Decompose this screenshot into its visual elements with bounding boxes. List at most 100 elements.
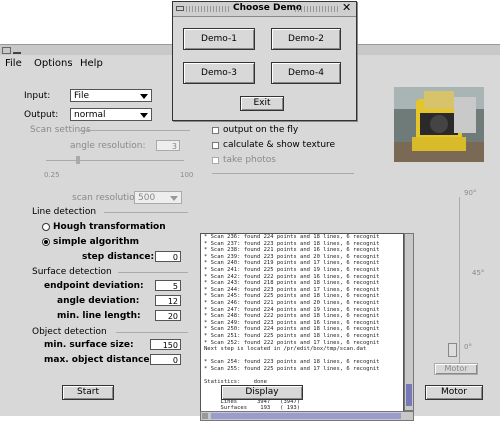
gauge-top-label: 90° <box>464 189 477 197</box>
scan-resolution-value: 500 <box>138 193 156 203</box>
dialog-title: Choose Demo <box>233 3 303 13</box>
input-value: File <box>74 91 90 101</box>
checkbox-divider <box>212 173 354 174</box>
scroll-thumb[interactable] <box>406 384 412 406</box>
title-grip-left <box>186 6 230 12</box>
dialog-title-bar: Choose Demo ✕ <box>173 1 356 17</box>
start-button[interactable]: Start <box>62 385 114 400</box>
slider-max-label: 100 <box>180 171 194 179</box>
chevron-down-icon <box>140 94 148 99</box>
output-select[interactable]: normal <box>70 108 152 121</box>
max-object-distance-label: max. object distance: <box>44 355 154 365</box>
output-on-fly-label: output on the fly <box>223 125 299 135</box>
min-surface-size-label: min. surface size: <box>44 340 134 350</box>
console-line: Next step is located in /pr/edit/box/tmp… <box>204 346 367 353</box>
slider-track <box>46 160 184 161</box>
dialog-menu-icon[interactable] <box>176 6 184 11</box>
step-distance-label: step distance: <box>82 252 155 262</box>
scan-resolution-label: scan resolution: <box>72 193 144 203</box>
console-line: * Scan 250: found 224 points and 18 line… <box>204 326 380 333</box>
object-detection-divider <box>116 332 188 333</box>
take-photos-checkbox[interactable] <box>212 157 219 164</box>
display-button[interactable]: Display <box>221 385 303 400</box>
min-line-length-field[interactable]: 20 <box>155 310 181 321</box>
gauge-motor-button[interactable]: Motor <box>434 363 478 375</box>
gauge-mid-label: 45° <box>472 269 485 277</box>
camera-image <box>394 87 484 162</box>
chevron-down-icon <box>170 196 178 201</box>
console-line: * Scan 255: found 225 points and 17 line… <box>204 365 380 372</box>
angle-deviation-field[interactable]: 12 <box>155 295 181 306</box>
console-line: * Scan 239: found 223 points and 20 line… <box>204 253 380 260</box>
exit-button[interactable]: Exit <box>240 96 284 111</box>
robot-photo <box>394 87 484 162</box>
simple-algorithm-radio[interactable] <box>42 238 50 246</box>
demo-1-button[interactable]: Demo-1 <box>183 28 255 50</box>
object-detection-heading: Object detection <box>32 327 107 337</box>
chevron-down-icon <box>140 113 148 118</box>
console-line: * Scan 248: found 222 points and 18 line… <box>204 313 380 320</box>
surface-detection-divider <box>118 272 188 273</box>
output-on-fly-checkbox[interactable] <box>212 127 219 134</box>
window-menu-icon[interactable] <box>2 47 11 54</box>
gauge-bottom-label: 0° <box>464 343 472 351</box>
motor-slider-thumb[interactable] <box>448 343 457 357</box>
console-line: * Scan 249: found 223 points and 16 line… <box>204 319 380 326</box>
slider-min-label: 0.25 <box>44 171 60 179</box>
calc-texture-label: calculate & show texture <box>223 140 336 150</box>
console-line: * Scan 243: found 218 points and 18 line… <box>204 280 380 287</box>
input-select[interactable]: File <box>70 89 152 102</box>
console-line: * Scan 242: found 222 points and 16 line… <box>204 273 380 280</box>
menu-file[interactable]: File <box>5 58 22 69</box>
console-line: * Scan 244: found 223 points and 17 line… <box>204 286 380 293</box>
menu-help[interactable]: Help <box>80 58 103 69</box>
output-label: Output: <box>24 110 59 120</box>
min-surface-size-field[interactable]: 150 <box>150 339 181 350</box>
choose-demo-dialog: Choose Demo ✕ Demo-1 Demo-2 Demo-3 Demo-… <box>172 1 357 121</box>
console-horizontal-scrollbar[interactable] <box>200 411 414 421</box>
surface-detection-heading: Surface detection <box>32 267 112 277</box>
angle-resolution-slider[interactable] <box>46 156 184 164</box>
console-line: * Scan 238: found 221 points and 16 line… <box>204 247 380 254</box>
console-line: * Scan 254: found 223 points and 18 line… <box>204 359 380 366</box>
menu-options[interactable]: Options <box>34 58 73 69</box>
console-line: * Scan 241: found 225 points and 19 line… <box>204 266 380 273</box>
close-icon[interactable]: ✕ <box>342 1 351 14</box>
demo-4-button[interactable]: Demo-4 <box>271 62 341 84</box>
line-detection-divider <box>104 212 188 213</box>
hough-label: Hough transformation <box>53 222 166 232</box>
endpoint-deviation-label: endpoint deviation: <box>44 281 144 291</box>
demo-2-button[interactable]: Demo-2 <box>271 28 341 50</box>
input-label: Input: <box>24 91 51 101</box>
hough-radio[interactable] <box>42 223 50 231</box>
console-line: * Scan 246: found 221 points and 20 line… <box>204 299 380 306</box>
angle-resolution-field[interactable]: 3 <box>156 140 180 151</box>
endpoint-deviation-field[interactable]: 5 <box>155 280 181 291</box>
console-line: * Scan 251: found 225 points and 18 line… <box>204 332 380 339</box>
console-vertical-scrollbar[interactable] <box>404 233 414 411</box>
angle-resolution-label: angle resolution: <box>70 141 146 151</box>
motor-button[interactable]: Motor <box>425 385 483 400</box>
take-photos-label: take photos <box>223 155 276 165</box>
scroll-thumb[interactable] <box>211 413 401 419</box>
min-line-length-label: min. line length: <box>57 311 141 321</box>
scan-settings-divider <box>80 130 190 131</box>
console-line: * Scan 237: found 223 points and 18 line… <box>204 240 380 247</box>
line-detection-heading: Line detection <box>32 207 97 217</box>
scan-resolution-select[interactable]: 500 <box>134 191 182 204</box>
step-distance-field[interactable]: 0 <box>155 251 181 262</box>
motor-slider-track[interactable] <box>459 197 460 372</box>
calc-texture-checkbox[interactable] <box>212 142 219 149</box>
max-object-distance-field[interactable]: 0 <box>150 354 181 365</box>
simple-algorithm-label: simple algorithm <box>53 237 139 247</box>
output-value: normal <box>74 110 106 120</box>
console-line: * Scan 240: found 219 points and 17 line… <box>204 260 380 267</box>
title-grip-right <box>295 6 339 12</box>
minimize-icon[interactable] <box>13 48 21 54</box>
scroll-left-arrow[interactable] <box>202 413 208 419</box>
demo-3-button[interactable]: Demo-3 <box>183 62 255 84</box>
slider-thumb[interactable] <box>76 156 80 164</box>
console-line: * Scan 252: found 222 points and 17 line… <box>204 339 380 346</box>
